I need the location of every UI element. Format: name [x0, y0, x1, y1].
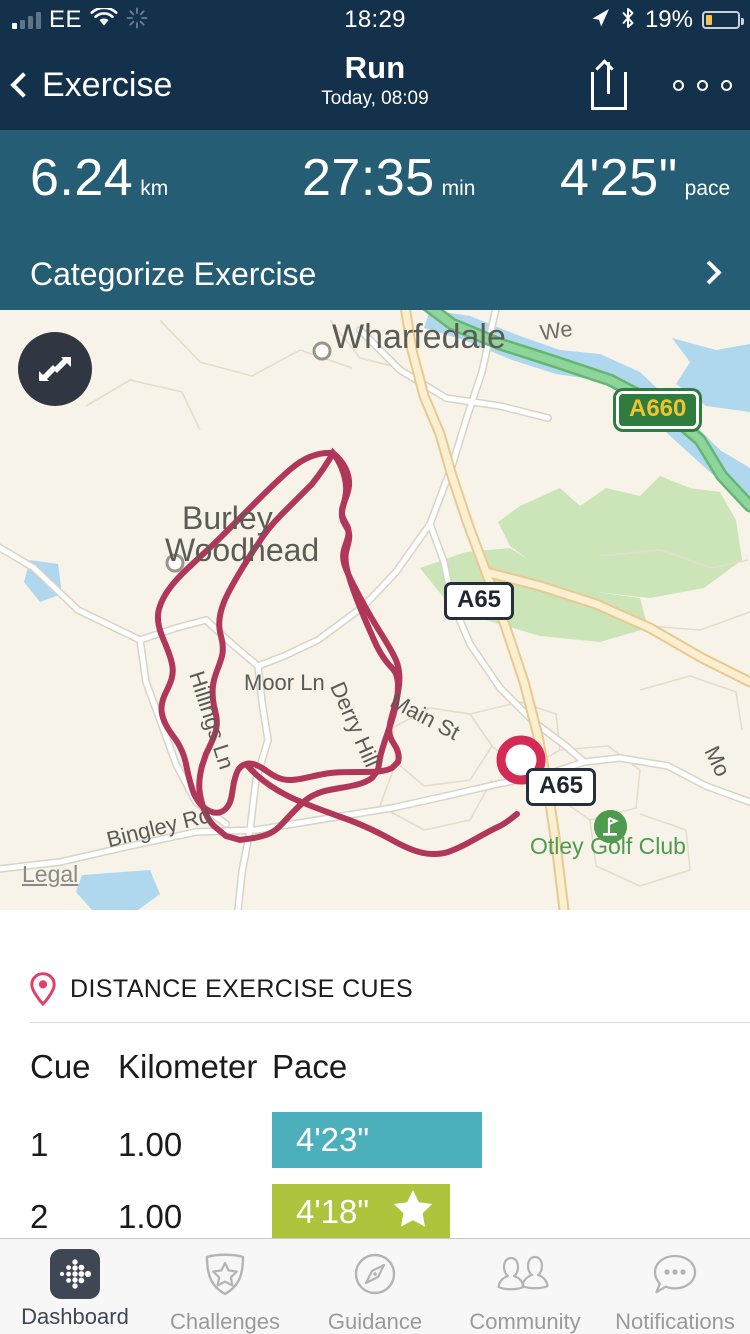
route-map[interactable]: Wharfedale Burley Woodhead We Moor Ln Hi… — [0, 310, 750, 910]
tab-label-guidance: Guidance — [328, 1309, 422, 1334]
cue-number: 2 — [30, 1198, 48, 1236]
status-bar: EE 18:29 — [0, 0, 750, 40]
map-street-label: We — [538, 316, 574, 346]
exercise-detail-screen: EE 18:29 — [0, 0, 750, 1334]
summary-stats-band: 6.24 km 27:35 min 4'25" pace Categorize … — [0, 130, 750, 310]
stat-duration: 27:35 min — [302, 148, 475, 208]
cues-header: DISTANCE EXERCISE CUES — [30, 972, 413, 1006]
map-pin-icon — [30, 972, 56, 1006]
expand-fullscreen-icon[interactable] — [18, 332, 92, 406]
stat-pace-unit: pace — [685, 177, 731, 201]
tab-label-challenges: Challenges — [170, 1309, 280, 1334]
nav-actions — [589, 40, 732, 130]
cue-kilometer: 1.00 — [118, 1198, 182, 1236]
column-header-cue: Cue — [30, 1048, 91, 1086]
map-place-label: Woodhead — [165, 532, 319, 569]
cue-number: 1 — [30, 1126, 48, 1164]
stat-distance-value: 6.24 — [30, 148, 133, 208]
stat-pace-value: 4'25" — [560, 148, 678, 208]
column-header-kilometer: Kilometer — [118, 1048, 257, 1086]
best-pace-star-icon — [393, 1189, 433, 1235]
column-header-pace: Pace — [272, 1048, 347, 1086]
cue-kilometer: 1.00 — [118, 1126, 182, 1164]
cue-pace-bar: 4'18" — [272, 1184, 450, 1240]
categorize-exercise-label: Categorize Exercise — [30, 256, 316, 293]
compass-icon — [350, 1249, 400, 1304]
nav-bar: Exercise Run Today, 08:09 — [0, 40, 750, 130]
cue-pace-bar: 4'23" — [272, 1112, 482, 1168]
tab-challenges[interactable]: Challenges — [150, 1239, 300, 1334]
shield-star-icon — [200, 1249, 250, 1304]
stat-pace: 4'25" pace — [560, 148, 730, 208]
clock-label: 18:29 — [344, 6, 406, 34]
people-icon — [497, 1249, 553, 1304]
road-shield-a65-lower: A65 — [526, 768, 596, 806]
tab-dashboard[interactable]: Dashboard — [0, 1239, 150, 1334]
location-arrow-icon — [589, 7, 611, 34]
stat-duration-value: 27:35 — [302, 148, 435, 208]
chat-bubble-icon — [649, 1249, 701, 1304]
summary-stats-row: 6.24 km 27:35 min 4'25" pace — [0, 148, 750, 224]
tab-label-community: Community — [469, 1309, 580, 1334]
battery-percent-label: 19% — [645, 6, 693, 34]
distance-cues-section: DISTANCE EXERCISE CUES Cue Kilometer Pac… — [0, 910, 750, 1240]
tab-notifications[interactable]: Notifications — [600, 1239, 750, 1334]
more-options-icon[interactable] — [673, 80, 732, 91]
tab-guidance[interactable]: Guidance — [300, 1239, 450, 1334]
stat-duration-unit: min — [442, 177, 476, 201]
cues-section-title: DISTANCE EXERCISE CUES — [70, 975, 413, 1004]
categorize-exercise-button[interactable]: Categorize Exercise — [0, 248, 750, 310]
stat-distance-unit: km — [140, 177, 168, 201]
table-row[interactable]: 2 1.00 4'18" — [0, 1180, 750, 1240]
cue-pace-value: 4'23" — [296, 1121, 369, 1159]
road-shield-a65-upper: A65 — [444, 582, 514, 620]
road-shield-a660: A660 — [616, 391, 699, 429]
tab-community[interactable]: Community — [450, 1239, 600, 1334]
status-bar-right: 19% — [589, 0, 740, 40]
cues-table: Cue Kilometer Pace 1 1.00 4'23" 2 1.00 4… — [0, 1036, 750, 1240]
map-legal-link[interactable]: Legal — [22, 861, 78, 888]
bluetooth-icon — [620, 6, 636, 35]
chevron-right-icon — [697, 260, 721, 284]
battery-icon — [702, 11, 740, 29]
share-icon[interactable] — [589, 60, 629, 110]
map-street-label: Moor Ln — [244, 670, 325, 696]
fitbit-dots-icon — [50, 1249, 100, 1299]
table-header-row: Cue Kilometer Pace — [0, 1036, 750, 1108]
tab-label-dashboard: Dashboard — [21, 1304, 129, 1330]
bottom-tab-bar: Dashboard Challenges Guidance — [0, 1238, 750, 1334]
map-place-label: Wharfedale — [332, 318, 506, 357]
tab-label-notifications: Notifications — [615, 1309, 735, 1334]
cues-divider — [30, 1022, 750, 1023]
map-poi-label: Otley Golf Club — [530, 833, 686, 860]
table-row[interactable]: 1 1.00 4'23" — [0, 1108, 750, 1180]
stat-distance: 6.24 km — [30, 148, 168, 208]
cue-pace-value: 4'18" — [296, 1193, 369, 1231]
